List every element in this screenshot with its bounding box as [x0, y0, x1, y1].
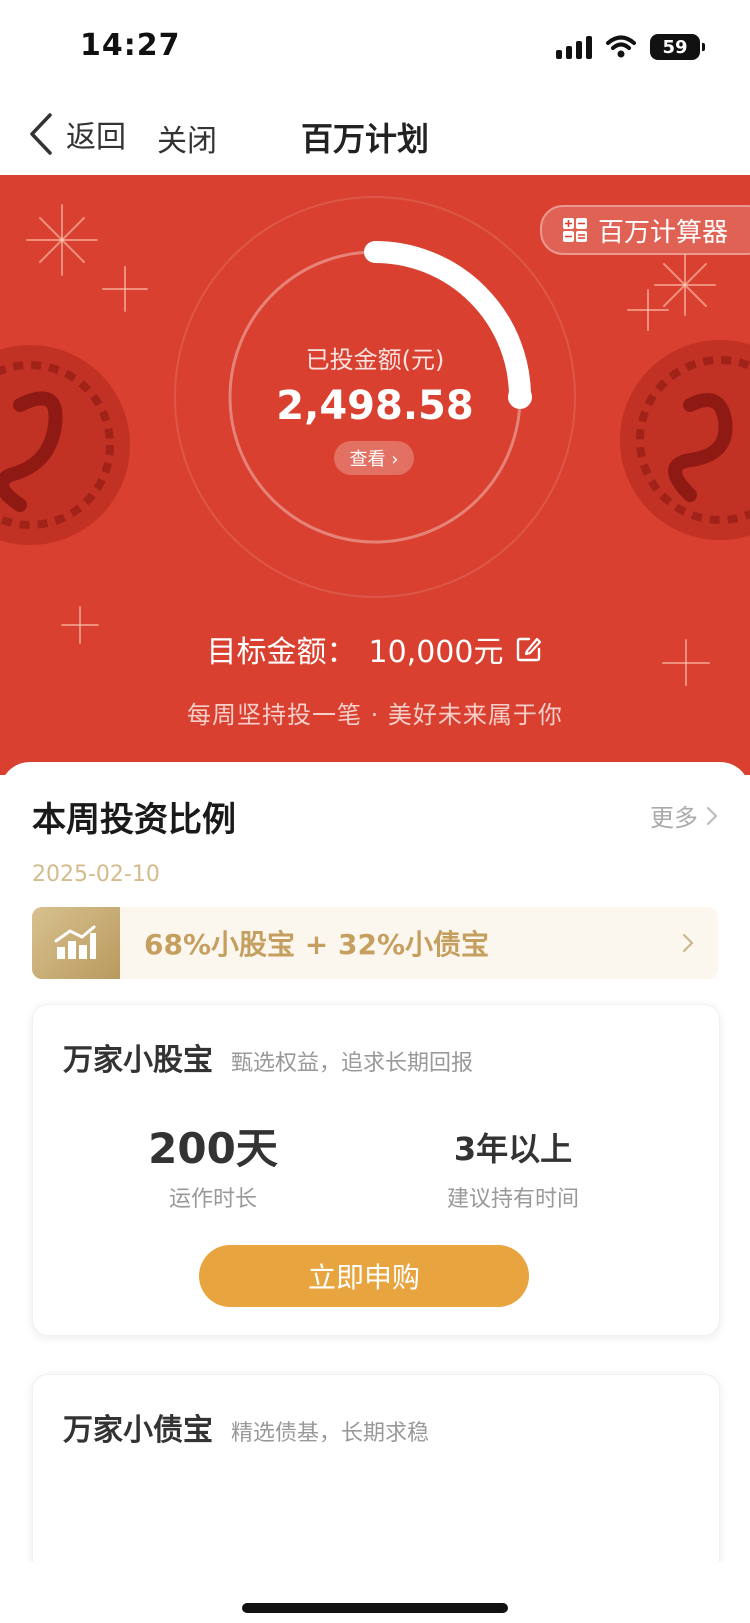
fund-description: 精选债基，长期求稳 [231, 1421, 430, 1446]
holding-period-value: 3年以上 [453, 1130, 573, 1168]
calculator-icon [562, 218, 587, 242]
fund-card-bond[interactable]: 万家小债宝 精选债基，长期求稳 [32, 1374, 720, 1576]
target-label: 目标金额： [206, 635, 357, 670]
status-icons: 59 [556, 34, 705, 60]
run-duration-value: 200天 [148, 1124, 278, 1173]
decoration-sparkles-icon [0, 196, 750, 686]
battery-level: 59 [662, 36, 688, 58]
page-title: 百万计划 [0, 114, 750, 160]
holding-period-label: 建议持有时间 [446, 1187, 579, 1212]
ratio-text: 68%小股宝 + 32%小债宝 [144, 928, 489, 961]
more-label: 更多 [650, 804, 698, 832]
holding-period-stat: 3年以上 建议持有时间 [393, 1123, 633, 1213]
ratio-banner[interactable]: 68%小股宝 + 32%小债宝 [32, 907, 718, 979]
invested-value: 2,498.58 [276, 383, 474, 429]
weekly-ratio-title: 本周投资比例 [32, 800, 236, 840]
fund-description: 甄选权益，追求长期回报 [231, 1051, 474, 1076]
main-content: 本周投资比例 更多 2025-02-10 68%小股宝 + 32%小债宝 万家小… [0, 762, 750, 1576]
battery-icon: 59 [650, 34, 705, 60]
status-bar: 14:27 59 [0, 0, 750, 96]
home-indicator [242, 1603, 508, 1613]
cellular-signal-icon [556, 35, 592, 59]
nav-bar: 返回 关闭 百万计划 [0, 96, 750, 176]
progress-arc [364, 241, 531, 408]
ratio-date: 2025-02-10 [32, 862, 160, 887]
run-duration-stat: 200天 运作时长 [93, 1123, 333, 1213]
slogan: 每周坚持投一笔 · 美好未来属于你 [187, 701, 563, 729]
edit-icon[interactable] [515, 635, 543, 663]
target-row: 目标金额： 10,000元 [0, 627, 750, 671]
invested-label: 已投金额(元) [305, 346, 445, 374]
target-value: 10,000元 [368, 635, 504, 670]
calculator-label: 百万计算器 [597, 217, 728, 248]
growth-chart-icon [32, 907, 120, 979]
fund-card-stock[interactable]: 万家小股宝 甄选权益，追求长期回报 200天 运作时长 3年以上 建议持有时间 … [32, 1004, 720, 1336]
buy-button[interactable]: 立即申购 [199, 1245, 529, 1307]
fund-name: 万家小债宝 [63, 1413, 213, 1448]
chevron-right-icon [707, 806, 718, 825]
calculator-button[interactable]: 百万计算器 [539, 205, 750, 255]
view-button[interactable]: 查看 › [334, 441, 414, 475]
fund-name: 万家小股宝 [63, 1043, 213, 1078]
page-title-text: 百万计划 [300, 120, 429, 158]
run-duration-label: 运作时长 [168, 1187, 257, 1212]
hero-banner: 百万计算器 已投金额(元) 2,498.58 查看 › 目标金额： 10,000… [0, 175, 750, 775]
chevron-right-icon [683, 934, 694, 952]
bottom-safe-area [0, 1562, 750, 1623]
status-time: 14:27 [80, 28, 181, 63]
more-link[interactable]: 更多 [650, 798, 718, 833]
wifi-icon [606, 35, 636, 58]
